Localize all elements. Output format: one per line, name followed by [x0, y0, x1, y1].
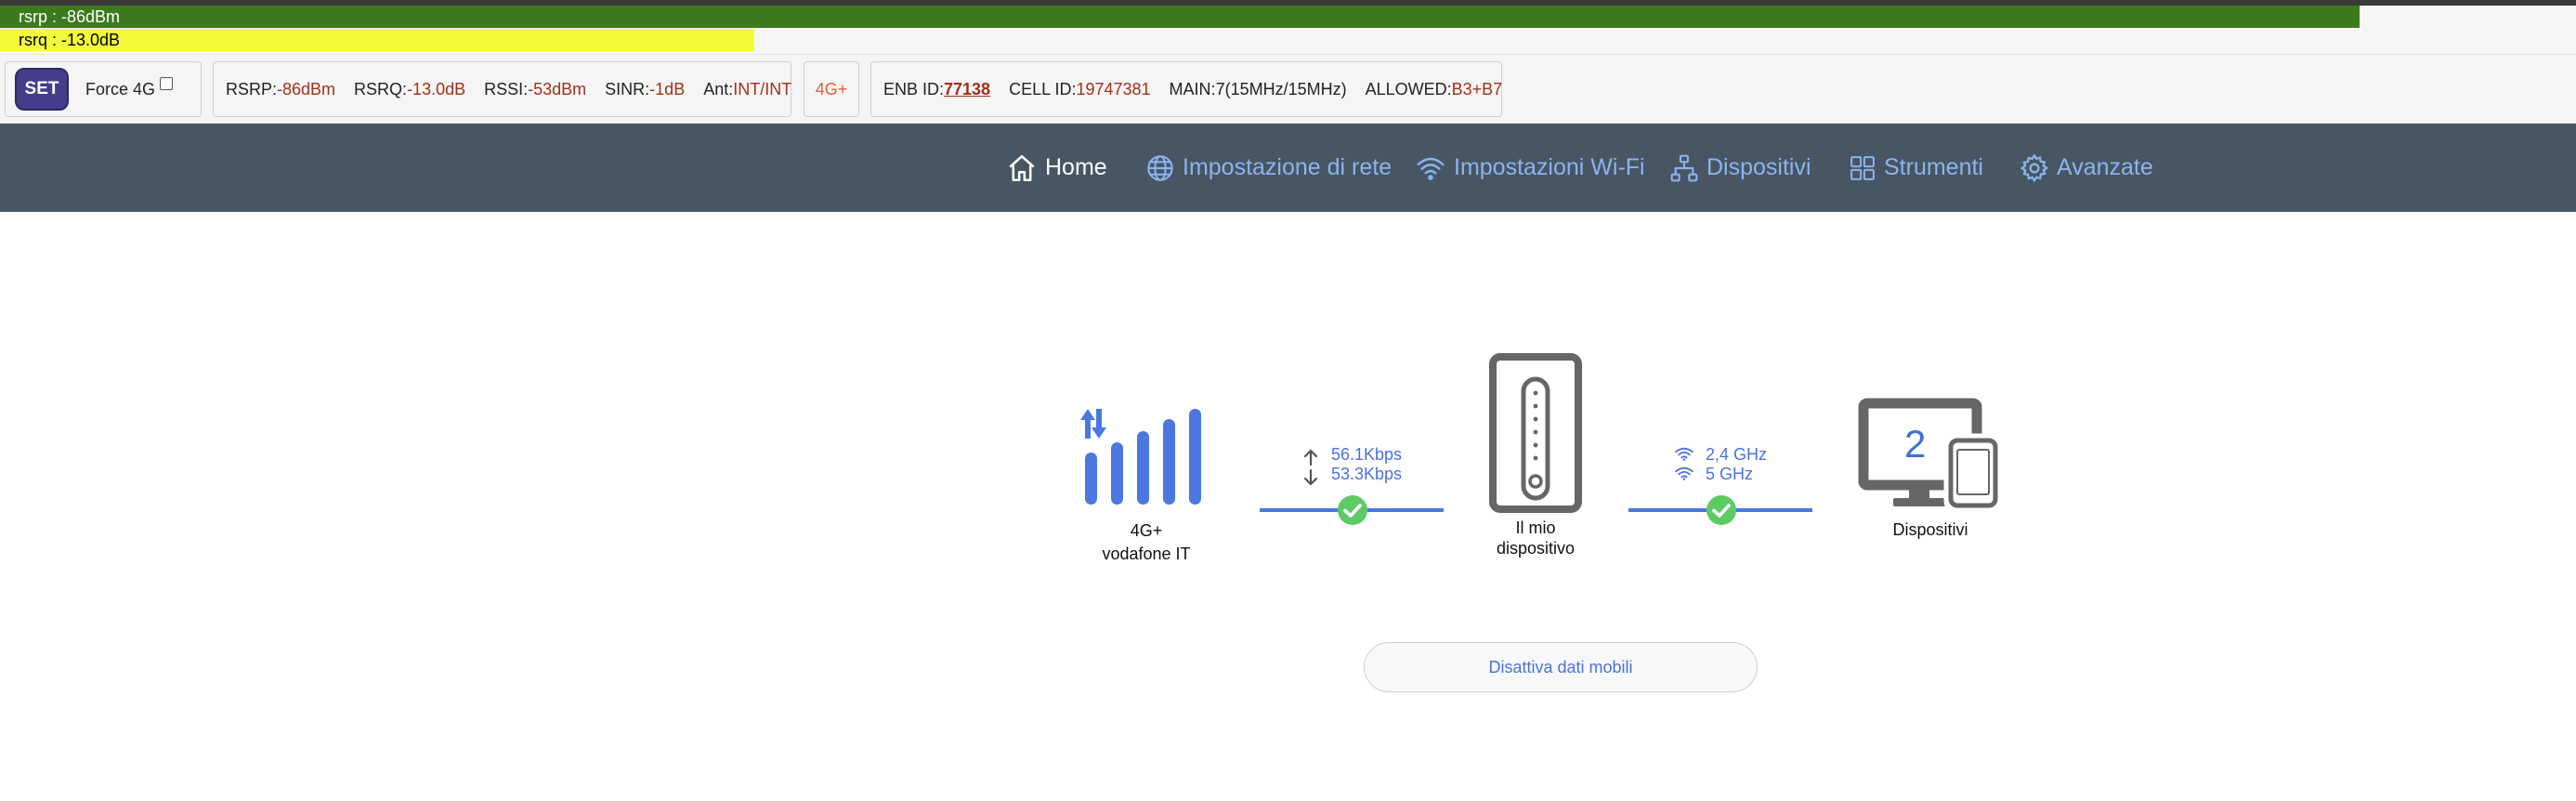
sinr-value: -1dB: [649, 79, 686, 98]
enb-id-link[interactable]: 77138: [944, 80, 990, 98]
rsrp-bar: rsrp : -86dBm: [0, 6, 2360, 28]
nav-home[interactable]: Home: [1006, 124, 1107, 212]
wifi-icon: [1417, 157, 1445, 180]
nav-advanced-label: Avanzate: [2057, 154, 2153, 180]
rssi-value: -53dBm: [528, 79, 587, 98]
gear-icon: [2020, 152, 2049, 182]
disable-mobile-data-button[interactable]: Disattiva dati mobili: [1364, 642, 1758, 692]
nav-network-settings[interactable]: Impostazione di rete: [1145, 124, 1392, 212]
rsrq-key: RSRQ:: [354, 79, 408, 98]
control-box: SET Force 4G: [5, 61, 202, 117]
tools-grid-icon: [1850, 155, 1875, 180]
device-label-line2: dispositivo: [1496, 539, 1576, 558]
nav-devices[interactable]: Dispositivi: [1669, 124, 1811, 212]
devices-count: 2: [1904, 422, 1927, 466]
wifi-ok-badge: [1706, 495, 1736, 525]
network-type-badge: 4G+: [815, 79, 848, 98]
set-button[interactable]: SET: [15, 68, 69, 111]
home-icon: [1009, 154, 1035, 181]
cell-box: ENB ID:77138 CELL ID:19747381 MAIN:7(15M…: [870, 61, 1502, 117]
check-icon: [1343, 504, 1362, 518]
force-4g-checkbox[interactable]: [160, 77, 174, 90]
main-band-value: 7(15MHz/15MHz): [1215, 79, 1347, 98]
enb-key: ENB ID:: [883, 79, 945, 98]
nav-wifi-settings[interactable]: Impostazioni Wi-Fi: [1415, 124, 1645, 212]
sinr-field: SINR:-1dB: [605, 80, 685, 99]
rsrp-value: -86dBm: [277, 79, 336, 98]
main-nav: Home Impostazione di rete Impostazioni W…: [0, 124, 2576, 212]
check-icon: [1712, 504, 1731, 518]
cell-id-field: CELL ID:19747381: [1009, 80, 1150, 99]
wifi-5-icon: [1675, 466, 1693, 480]
operator-label: vodafone IT: [1102, 545, 1191, 563]
network-type-box: 4G+: [804, 61, 859, 117]
rsrq-field: RSRQ:-13.0dB: [354, 80, 465, 99]
signal-box: RSRP:-86dBm RSRQ:-13.0dB RSSI:-53dBm SIN…: [213, 61, 791, 117]
main-band-key: MAIN:: [1169, 79, 1216, 98]
wifi-band-5: 5 GHz: [1706, 465, 1754, 483]
nav-tools-label: Strumenti: [1884, 154, 1983, 180]
nav-home-label: Home: [1045, 154, 1107, 180]
main-band-field: MAIN:7(15MHz/15MHz): [1170, 80, 1347, 99]
nav-network-settings-label: Impostazione di rete: [1183, 154, 1393, 180]
allowed-bands-key: ALLOWED:: [1365, 79, 1452, 98]
allowed-bands-field: ALLOWED:B3+B7: [1366, 80, 1503, 99]
globe-icon: [1147, 154, 1173, 181]
sinr-key: SINR:: [605, 79, 650, 98]
devices-icon: [1858, 398, 2003, 513]
network-tree-icon: [1670, 154, 1698, 181]
antenna-value: INT/INT: [733, 79, 792, 98]
download-speed: 53.3Kbps: [1331, 465, 1403, 483]
info-row: SET Force 4G RSRP:-86dBm RSRQ:-13.0dB RS…: [0, 54, 2576, 124]
router-icon: [1489, 353, 1582, 513]
wan-ok-badge: [1338, 495, 1367, 525]
upload-speed: 56.1Kbps: [1331, 445, 1403, 464]
rsrp-key: RSRP:: [226, 79, 278, 98]
antenna-key: Ant:: [703, 79, 734, 98]
force-4g-label: Force 4G: [85, 79, 156, 98]
rsrq-value: -13.0dB: [407, 79, 466, 98]
enb-field: ENB ID:77138: [883, 80, 990, 99]
signal-bars: rsrp : -86dBm rsrq : -13.0dB: [0, 0, 2576, 54]
nav-devices-label: Dispositivi: [1706, 154, 1811, 180]
cell-id-key: CELL ID:: [1009, 79, 1077, 98]
nav-advanced[interactable]: Avanzate: [2020, 124, 2153, 212]
nav-tools[interactable]: Strumenti: [1849, 124, 1983, 212]
force-4g-control[interactable]: Force 4G: [85, 77, 174, 99]
allowed-bands-value: B3+B7: [1451, 79, 1503, 98]
nav-wifi-settings-label: Impostazioni Wi-Fi: [1454, 154, 1645, 180]
traffic-arrows-icon: [1303, 449, 1318, 486]
wifi-band-24: 2,4 GHz: [1706, 445, 1768, 464]
rssi-key: RSSI:: [484, 79, 529, 98]
antenna-field: Ant:INT/INT: [703, 80, 791, 99]
status-diagram: 4G+ vodafone IT 56.1Kbps 53.3Kbps Il mio…: [0, 212, 2576, 801]
wifi-24-icon: [1675, 447, 1693, 461]
rssi-field: RSSI:-53dBm: [484, 80, 586, 99]
cell-id-value: 19747381: [1076, 79, 1151, 98]
signal-strength-icon: [1080, 409, 1201, 505]
rsrp-field: RSRP:-86dBm: [226, 80, 335, 99]
rsrq-bar: rsrq : -13.0dB: [0, 29, 754, 51]
network-type-label: 4G+: [1130, 521, 1163, 540]
devices-label[interactable]: Dispositivi: [1875, 519, 1986, 542]
